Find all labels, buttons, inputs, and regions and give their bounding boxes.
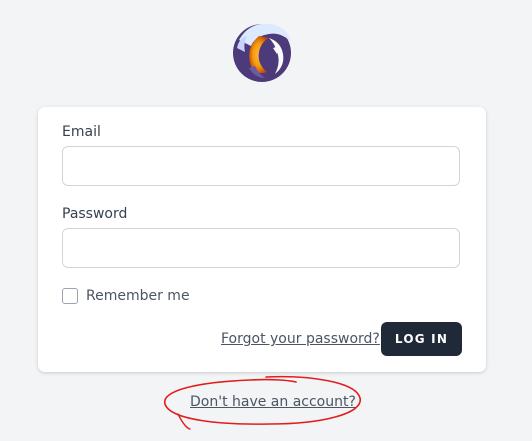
login-card: Email Password Remember me Forgot your p… — [38, 107, 486, 372]
forgot-password-link[interactable]: Forgot your password? — [221, 331, 380, 347]
remember-me-checkbox[interactable] — [62, 288, 78, 304]
email-field[interactable] — [62, 146, 460, 186]
email-label: Email — [62, 124, 101, 140]
app-logo-icon — [233, 23, 291, 82]
login-page: Email Password Remember me Forgot your p… — [0, 0, 532, 441]
register-link[interactable]: Don't have an account? — [190, 394, 356, 410]
remember-me-label[interactable]: Remember me — [86, 288, 190, 304]
password-field[interactable] — [62, 228, 460, 268]
log-in-button[interactable]: LOG IN — [381, 322, 462, 356]
password-label: Password — [62, 206, 128, 222]
